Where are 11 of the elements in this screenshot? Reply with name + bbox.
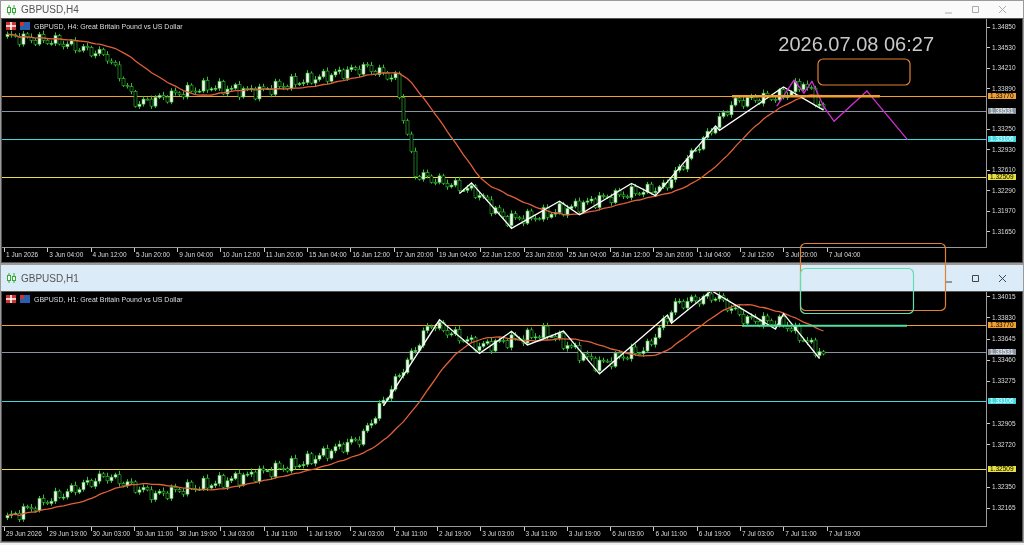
close-icon[interactable] xyxy=(998,273,1007,283)
flag-icon xyxy=(6,22,16,30)
candles-icon xyxy=(7,273,16,283)
candles-icon xyxy=(7,4,16,15)
clock-text: 2026.07.08 06:27 xyxy=(778,33,934,56)
flag-icon xyxy=(20,295,30,303)
window-title: GBPUSD,H1 xyxy=(21,272,79,284)
flag-icon xyxy=(20,22,30,30)
flag-icon xyxy=(6,295,16,303)
window-title: GBPUSD,H4 xyxy=(21,4,79,15)
maximize-icon[interactable] xyxy=(971,273,980,283)
